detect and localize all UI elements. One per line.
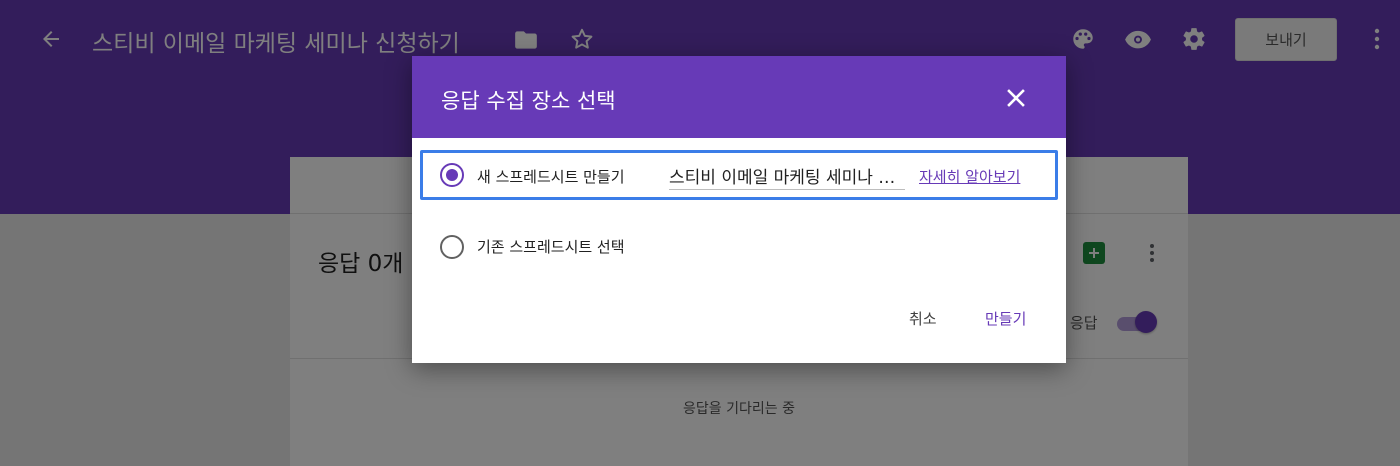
- existing-spreadsheet-label[interactable]: 기존 스프레드시트 선택: [477, 236, 625, 257]
- new-spreadsheet-radio[interactable]: [440, 163, 464, 187]
- response-destination-dialog: 응답 수집 장소 선택 새 스프레드시트 만들기 스티비 이메일 마케팅 세미나…: [412, 56, 1066, 363]
- option-new-spreadsheet[interactable]: 새 스프레드시트 만들기 스티비 이메일 마케팅 세미나 신청하기 (응답) 자…: [420, 150, 1058, 200]
- create-button[interactable]: 만들기: [985, 308, 1026, 329]
- option-existing-spreadsheet[interactable]: 기존 스프레드시트 선택: [420, 221, 1058, 271]
- learn-more-link[interactable]: 자세히 알아보기: [919, 166, 1020, 187]
- cancel-button[interactable]: 취소: [909, 308, 937, 329]
- close-icon[interactable]: [1002, 84, 1030, 112]
- dialog-header: 응답 수집 장소 선택: [412, 56, 1066, 138]
- existing-spreadsheet-radio[interactable]: [440, 235, 464, 259]
- dialog-title: 응답 수집 장소 선택: [441, 89, 616, 113]
- spreadsheet-name-input[interactable]: 스티비 이메일 마케팅 세미나 신청하기 (응답): [669, 160, 905, 190]
- new-spreadsheet-label[interactable]: 새 스프레드시트 만들기: [477, 166, 625, 187]
